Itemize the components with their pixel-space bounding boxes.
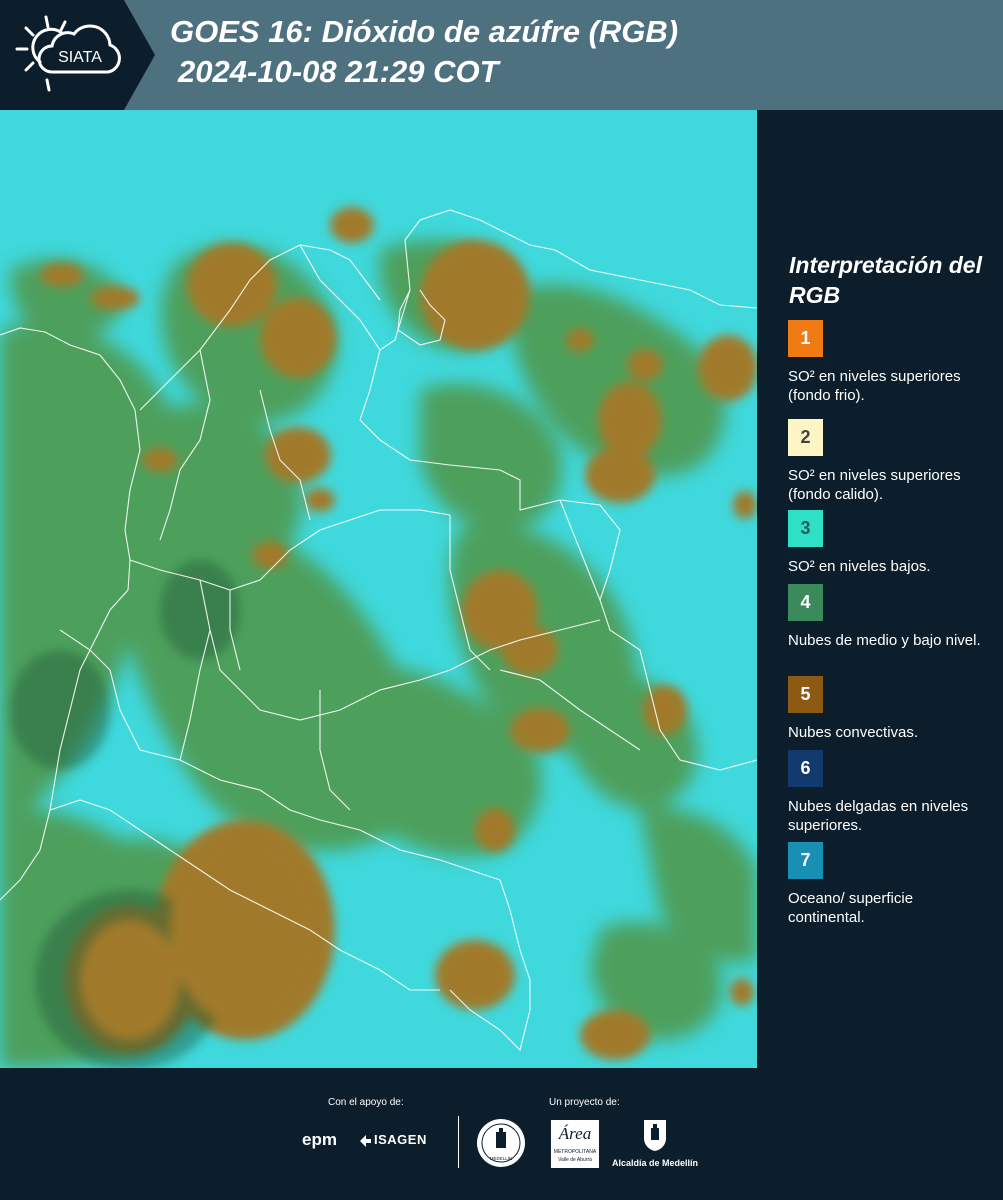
header-bar: SIATA GOES 16: Dióxido de azúfre (RGB) 2… <box>0 0 1003 110</box>
legend-item-7: 7 Oceano/ superficie continental. <box>788 842 993 927</box>
legend-item-6: 6 Nubes delgadas en niveles superiores. <box>788 750 993 835</box>
area-line1: METROPOLITANA <box>553 1149 597 1155</box>
legend-text-4: Nubes de medio y bajo nivel. <box>788 632 981 649</box>
legend-swatch-7: 7 <box>788 842 823 879</box>
legend-text-7: Oceano/ superficie continental. <box>788 890 914 926</box>
epm-logo: epm <box>302 1130 337 1149</box>
page-title: GOES 16: Dióxido de azúfre (RGB) <box>170 14 679 49</box>
legend-text-2: SO² en niveles superiores (fondo calido)… <box>788 467 961 503</box>
legend-item-1: 1 SO² en niveles superiores (fondo frio)… <box>788 320 993 405</box>
satellite-map <box>0 110 757 1068</box>
legend-swatch-2: 2 <box>788 419 823 456</box>
alcaldia-text: Alcaldía de Medellín <box>612 1158 699 1168</box>
legend-item-5: 5 Nubes convectivas. <box>788 676 993 742</box>
alcaldia-shield-icon <box>642 1118 668 1152</box>
legend-item-3: 3 SO² en niveles bajos. <box>788 510 993 576</box>
legend-panel: Interpretación del RGB 1 SO² en niveles … <box>760 110 1003 1068</box>
area-line2: Valle de Aburrá <box>558 1157 592 1163</box>
isagen-text: ISAGEN <box>374 1132 427 1147</box>
legend-text-6: Nubes delgadas en niveles superiores. <box>788 798 969 834</box>
support-label: Con el apoyo de: <box>328 1097 404 1108</box>
medellin-seal: MEDELLÍN <box>476 1118 526 1168</box>
legend-swatch-4: 4 <box>788 584 823 621</box>
area-metropolitana-logo: Área METROPOLITANA Valle de Aburrá <box>551 1120 599 1168</box>
area-script-text: Área <box>558 1124 592 1143</box>
legend-item-4: 4 Nubes de medio y bajo nivel. <box>788 584 993 650</box>
isagen-mark-icon <box>360 1135 371 1147</box>
seal-text: MEDELLÍN <box>490 1155 513 1161</box>
legend-swatch-3: 3 <box>788 510 823 547</box>
legend-swatch-6: 6 <box>788 750 823 787</box>
legend-title: Interpretación del RGB <box>789 252 982 308</box>
legend-text-5: Nubes convectivas. <box>788 724 919 741</box>
footer: Con el apoyo de: Un proyecto de: epm ISA… <box>0 1068 1003 1200</box>
legend-swatch-1: 1 <box>788 320 823 357</box>
legend-text-3: SO² en niveles bajos. <box>788 558 931 575</box>
legend-text-1: SO² en niveles superiores (fondo frio). <box>788 368 961 404</box>
page-timestamp: 2024-10-08 21:29 COT <box>178 54 499 89</box>
legend-swatch-5: 5 <box>788 676 823 713</box>
siata-logo: SIATA <box>0 0 155 110</box>
siata-logo-text: SIATA <box>58 49 102 66</box>
footer-divider <box>458 1116 459 1168</box>
isagen-logo: ISAGEN <box>358 1132 438 1152</box>
project-label: Un proyecto de: <box>549 1097 620 1108</box>
legend-item-2: 2 SO² en niveles superiores (fondo calid… <box>788 419 993 504</box>
